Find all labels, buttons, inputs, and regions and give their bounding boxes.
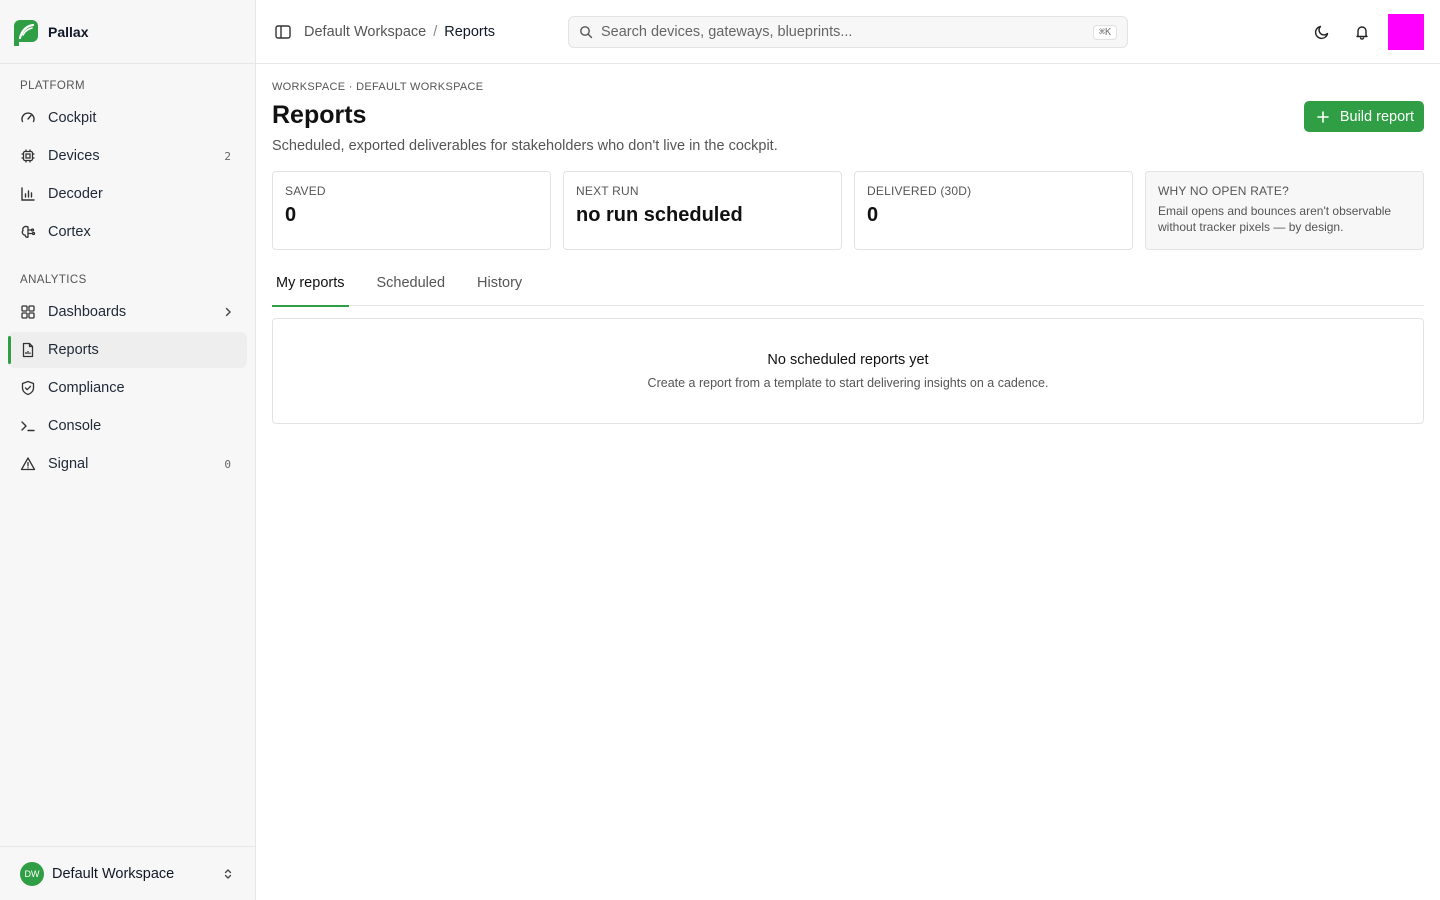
search-input[interactable] <box>601 24 1093 40</box>
stat-label: WHY NO OPEN RATE? <box>1158 184 1289 198</box>
sidebar-item-label: Signal <box>48 456 89 472</box>
sidebar-toggle-icon[interactable] <box>274 23 292 41</box>
stat-card-open-rate-info: WHY NO OPEN RATE? Email opens and bounce… <box>1145 171 1424 250</box>
notifications-button[interactable] <box>1344 14 1380 50</box>
empty-state-title: No scheduled reports yet <box>767 352 929 368</box>
moon-icon <box>1314 25 1329 40</box>
sidebar-item-label: Dashboards <box>48 304 127 320</box>
sidebar-item-decoder[interactable]: Decoder <box>8 176 247 212</box>
chip-icon <box>21 149 35 163</box>
stat-card-delivered: DELIVERED (30D) 0 <box>854 171 1133 250</box>
section-label-platform: PLATFORM <box>20 80 85 92</box>
workspace-avatar: DW <box>20 861 44 886</box>
breadcrumb-current: Reports <box>444 24 496 40</box>
stat-note: Email opens and bounces aren't observabl… <box>1158 204 1392 234</box>
shield-check-icon <box>21 380 35 396</box>
sidebar-item-cortex[interactable]: Cortex <box>8 214 247 250</box>
bar-chart-icon <box>21 187 35 201</box>
sidebar-item-cockpit[interactable]: Cockpit <box>8 100 247 136</box>
plus-icon <box>1317 110 1329 123</box>
dashboard-grid-icon <box>21 305 35 319</box>
tab-my-reports[interactable]: My reports <box>272 270 349 307</box>
build-report-button[interactable]: Build report <box>1303 101 1424 132</box>
sidebar-item-label: Reports <box>48 342 99 358</box>
pallax-logo-icon <box>14 19 38 46</box>
theme-toggle-button[interactable] <box>1304 14 1340 50</box>
search-shortcut-hint: ⌘K <box>1092 24 1117 40</box>
report-file-icon <box>22 342 34 358</box>
sidebar-item-label: Compliance <box>48 380 125 396</box>
chevron-right-icon[interactable] <box>221 305 235 319</box>
tab-history[interactable]: History <box>473 270 526 306</box>
section-label-analytics: ANALYTICS <box>20 274 87 286</box>
sidebar-item-signal[interactable]: Signal 0 <box>8 446 247 482</box>
empty-state: No scheduled reports yet Create a report… <box>272 318 1424 424</box>
workspace-switcher[interactable]: DW Default Workspace <box>0 846 255 900</box>
brand[interactable]: Pallax <box>0 0 255 64</box>
breadcrumb-workspace-link[interactable]: Default Workspace <box>304 24 426 40</box>
breadcrumb-separator: / <box>433 24 438 40</box>
stat-label: NEXT RUN <box>576 184 639 198</box>
stat-value: no run scheduled <box>576 204 743 226</box>
app-name: Pallax <box>48 23 89 40</box>
stat-card-saved: SAVED 0 <box>272 171 551 250</box>
page-eyebrow: WORKSPACE · DEFAULT WORKSPACE <box>272 81 484 93</box>
platform-nav: Cockpit Devices 2 Decoder Cortex <box>0 100 255 250</box>
workspace-name: Default Workspace <box>52 865 175 882</box>
signal-count-badge: 0 <box>224 457 231 471</box>
analytics-nav: Dashboards Reports Compliance Console Si… <box>0 294 255 482</box>
warning-triangle-icon <box>20 457 36 471</box>
sidebar-item-label: Devices <box>48 148 100 164</box>
sidebar-item-label: Console <box>48 418 102 434</box>
chevron-up-down-icon <box>224 868 232 879</box>
devices-count-badge: 2 <box>224 149 231 163</box>
sidebar: Pallax PLATFORM Cockpit Devices 2 Decode… <box>0 0 256 900</box>
build-report-label: Build report <box>1339 108 1414 125</box>
sidebar-item-reports[interactable]: Reports <box>8 332 247 368</box>
breadcrumb: Default Workspace / Reports <box>304 0 495 64</box>
topbar: Default Workspace / Reports ⌘K <box>256 0 1440 64</box>
brain-icon <box>21 225 36 238</box>
main-content: WORKSPACE · DEFAULT WORKSPACE Reports Sc… <box>272 64 1424 424</box>
top-actions <box>1300 14 1424 50</box>
stat-value: 0 <box>867 204 879 226</box>
stat-card-next-run: NEXT RUN no run scheduled <box>563 171 842 250</box>
stat-label: DELIVERED (30D) <box>867 184 972 198</box>
terminal-icon <box>21 421 35 432</box>
empty-state-subtitle: Create a report from a template to start… <box>647 376 1049 390</box>
stats-row: SAVED 0 NEXT RUN no run scheduled DELIVE… <box>272 171 1424 250</box>
user-avatar[interactable] <box>1388 14 1424 50</box>
sidebar-item-label: Cockpit <box>48 110 97 126</box>
gauge-icon <box>21 112 35 123</box>
global-search[interactable]: ⌘K <box>568 16 1128 48</box>
tab-scheduled[interactable]: Scheduled <box>373 270 450 306</box>
stat-value: 0 <box>285 204 297 226</box>
search-icon <box>580 26 593 39</box>
bell-icon <box>1356 26 1368 40</box>
sidebar-item-compliance[interactable]: Compliance <box>8 370 247 406</box>
sidebar-item-console[interactable]: Console <box>8 408 247 444</box>
stat-label: SAVED <box>285 184 326 198</box>
sidebar-item-devices[interactable]: Devices 2 <box>8 138 247 174</box>
sidebar-item-dashboards[interactable]: Dashboards <box>8 294 247 330</box>
sidebar-item-label: Decoder <box>48 186 103 202</box>
reports-tabs: My reports Scheduled History <box>272 270 1424 307</box>
page-title: Reports <box>272 101 367 129</box>
page-subtitle: Scheduled, exported deliverables for sta… <box>272 138 778 154</box>
sidebar-item-label: Cortex <box>48 224 91 240</box>
